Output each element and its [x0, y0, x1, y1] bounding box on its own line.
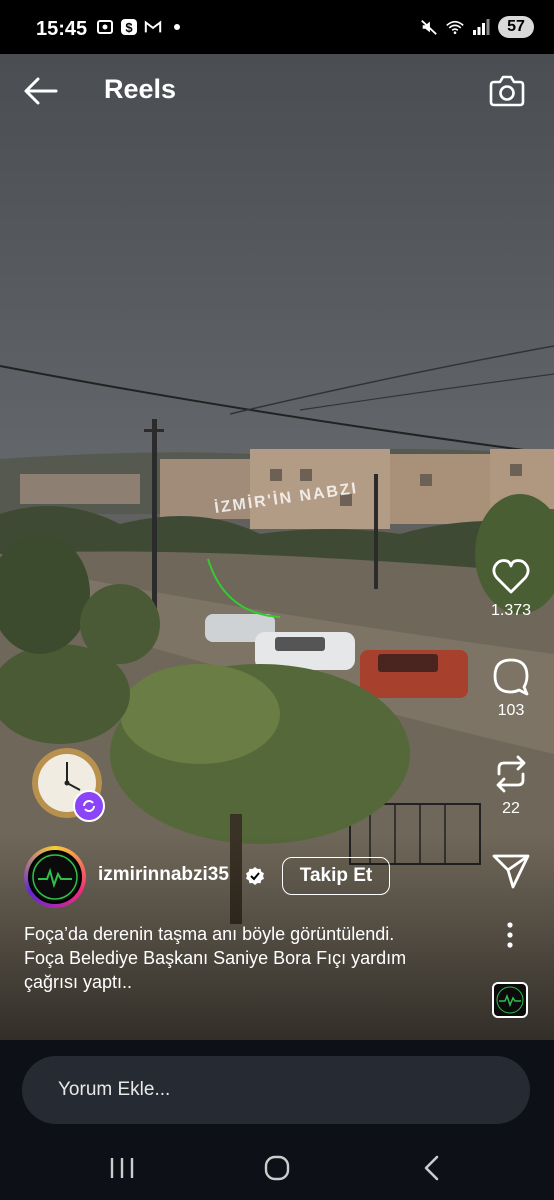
- send-icon[interactable]: [491, 852, 531, 890]
- comment-bubble-icon[interactable]: [491, 656, 531, 696]
- recent-apps-icon: [110, 1158, 134, 1178]
- status-time: 15:45: [36, 18, 88, 40]
- gmail-icon: [144, 18, 162, 36]
- more-vertical-icon: [507, 922, 513, 948]
- comment-action: 103: [476, 656, 546, 720]
- remix-badge: [73, 790, 105, 822]
- camera-button[interactable]: [488, 72, 526, 110]
- camera-icon: [489, 75, 525, 107]
- reel-video[interactable]: İZMİR'İN NABZI: [0, 54, 554, 1040]
- comment-input[interactable]: Yorum Ekle...: [22, 1056, 530, 1124]
- audio-cover-icon: [496, 986, 524, 1014]
- more-options-button[interactable]: [500, 922, 520, 948]
- repost-icon[interactable]: [491, 754, 531, 794]
- status-right-icons: 57: [420, 16, 534, 38]
- back-button[interactable]: [22, 74, 60, 108]
- heart-icon[interactable]: [491, 558, 531, 596]
- comment-placeholder: Yorum Ekle...: [58, 1079, 171, 1100]
- author-avatar[interactable]: [24, 846, 86, 908]
- mute-icon: [420, 18, 438, 36]
- arrow-left-icon: [24, 77, 58, 105]
- status-bar: 15:45 $ 57: [0, 0, 554, 54]
- battery-indicator: 57: [498, 16, 534, 38]
- wifi-5-icon: [446, 18, 464, 36]
- recent-apps-button[interactable]: [102, 1152, 142, 1184]
- follow-button[interactable]: Takip Et: [282, 857, 390, 895]
- page-title: Reels: [104, 74, 177, 104]
- dot-icon: [168, 18, 186, 36]
- home-icon: [264, 1155, 290, 1181]
- dollar-app-icon: $: [120, 18, 138, 36]
- like-count: 1.373: [490, 602, 532, 619]
- svg-text:$: $: [125, 20, 133, 35]
- signal-icon: [472, 18, 490, 36]
- author-username[interactable]: izmirinnabzi35: [98, 864, 229, 886]
- like-action: 1.373: [476, 558, 546, 620]
- verified-badge-icon: [246, 867, 264, 885]
- repost-count: 22: [502, 800, 520, 817]
- status-left-icons: $: [96, 18, 186, 36]
- caption-line: çağrısı yaptı..: [24, 972, 133, 992]
- remix-icon: [83, 800, 95, 812]
- author-avatar-image: [28, 850, 82, 904]
- comment-count: 103: [497, 702, 525, 719]
- repost-action: 22: [476, 754, 546, 818]
- audio-thumbnail[interactable]: [492, 982, 528, 1018]
- chevron-left-icon: [424, 1155, 439, 1181]
- share-action: [476, 852, 546, 890]
- caption-line: Foça’da derenin taşma anı böyle görüntül…: [24, 924, 395, 944]
- video-scene: [0, 345, 554, 1040]
- screenshot-icon: [96, 18, 114, 36]
- home-button[interactable]: [257, 1152, 297, 1184]
- caption-line: Foça Belediye Başkanı Saniye Bora Fıçı y…: [24, 948, 407, 968]
- reel-caption[interactable]: Foça’da derenin taşma anı böyle görüntül…: [24, 922, 464, 994]
- nav-back-button[interactable]: [412, 1152, 452, 1184]
